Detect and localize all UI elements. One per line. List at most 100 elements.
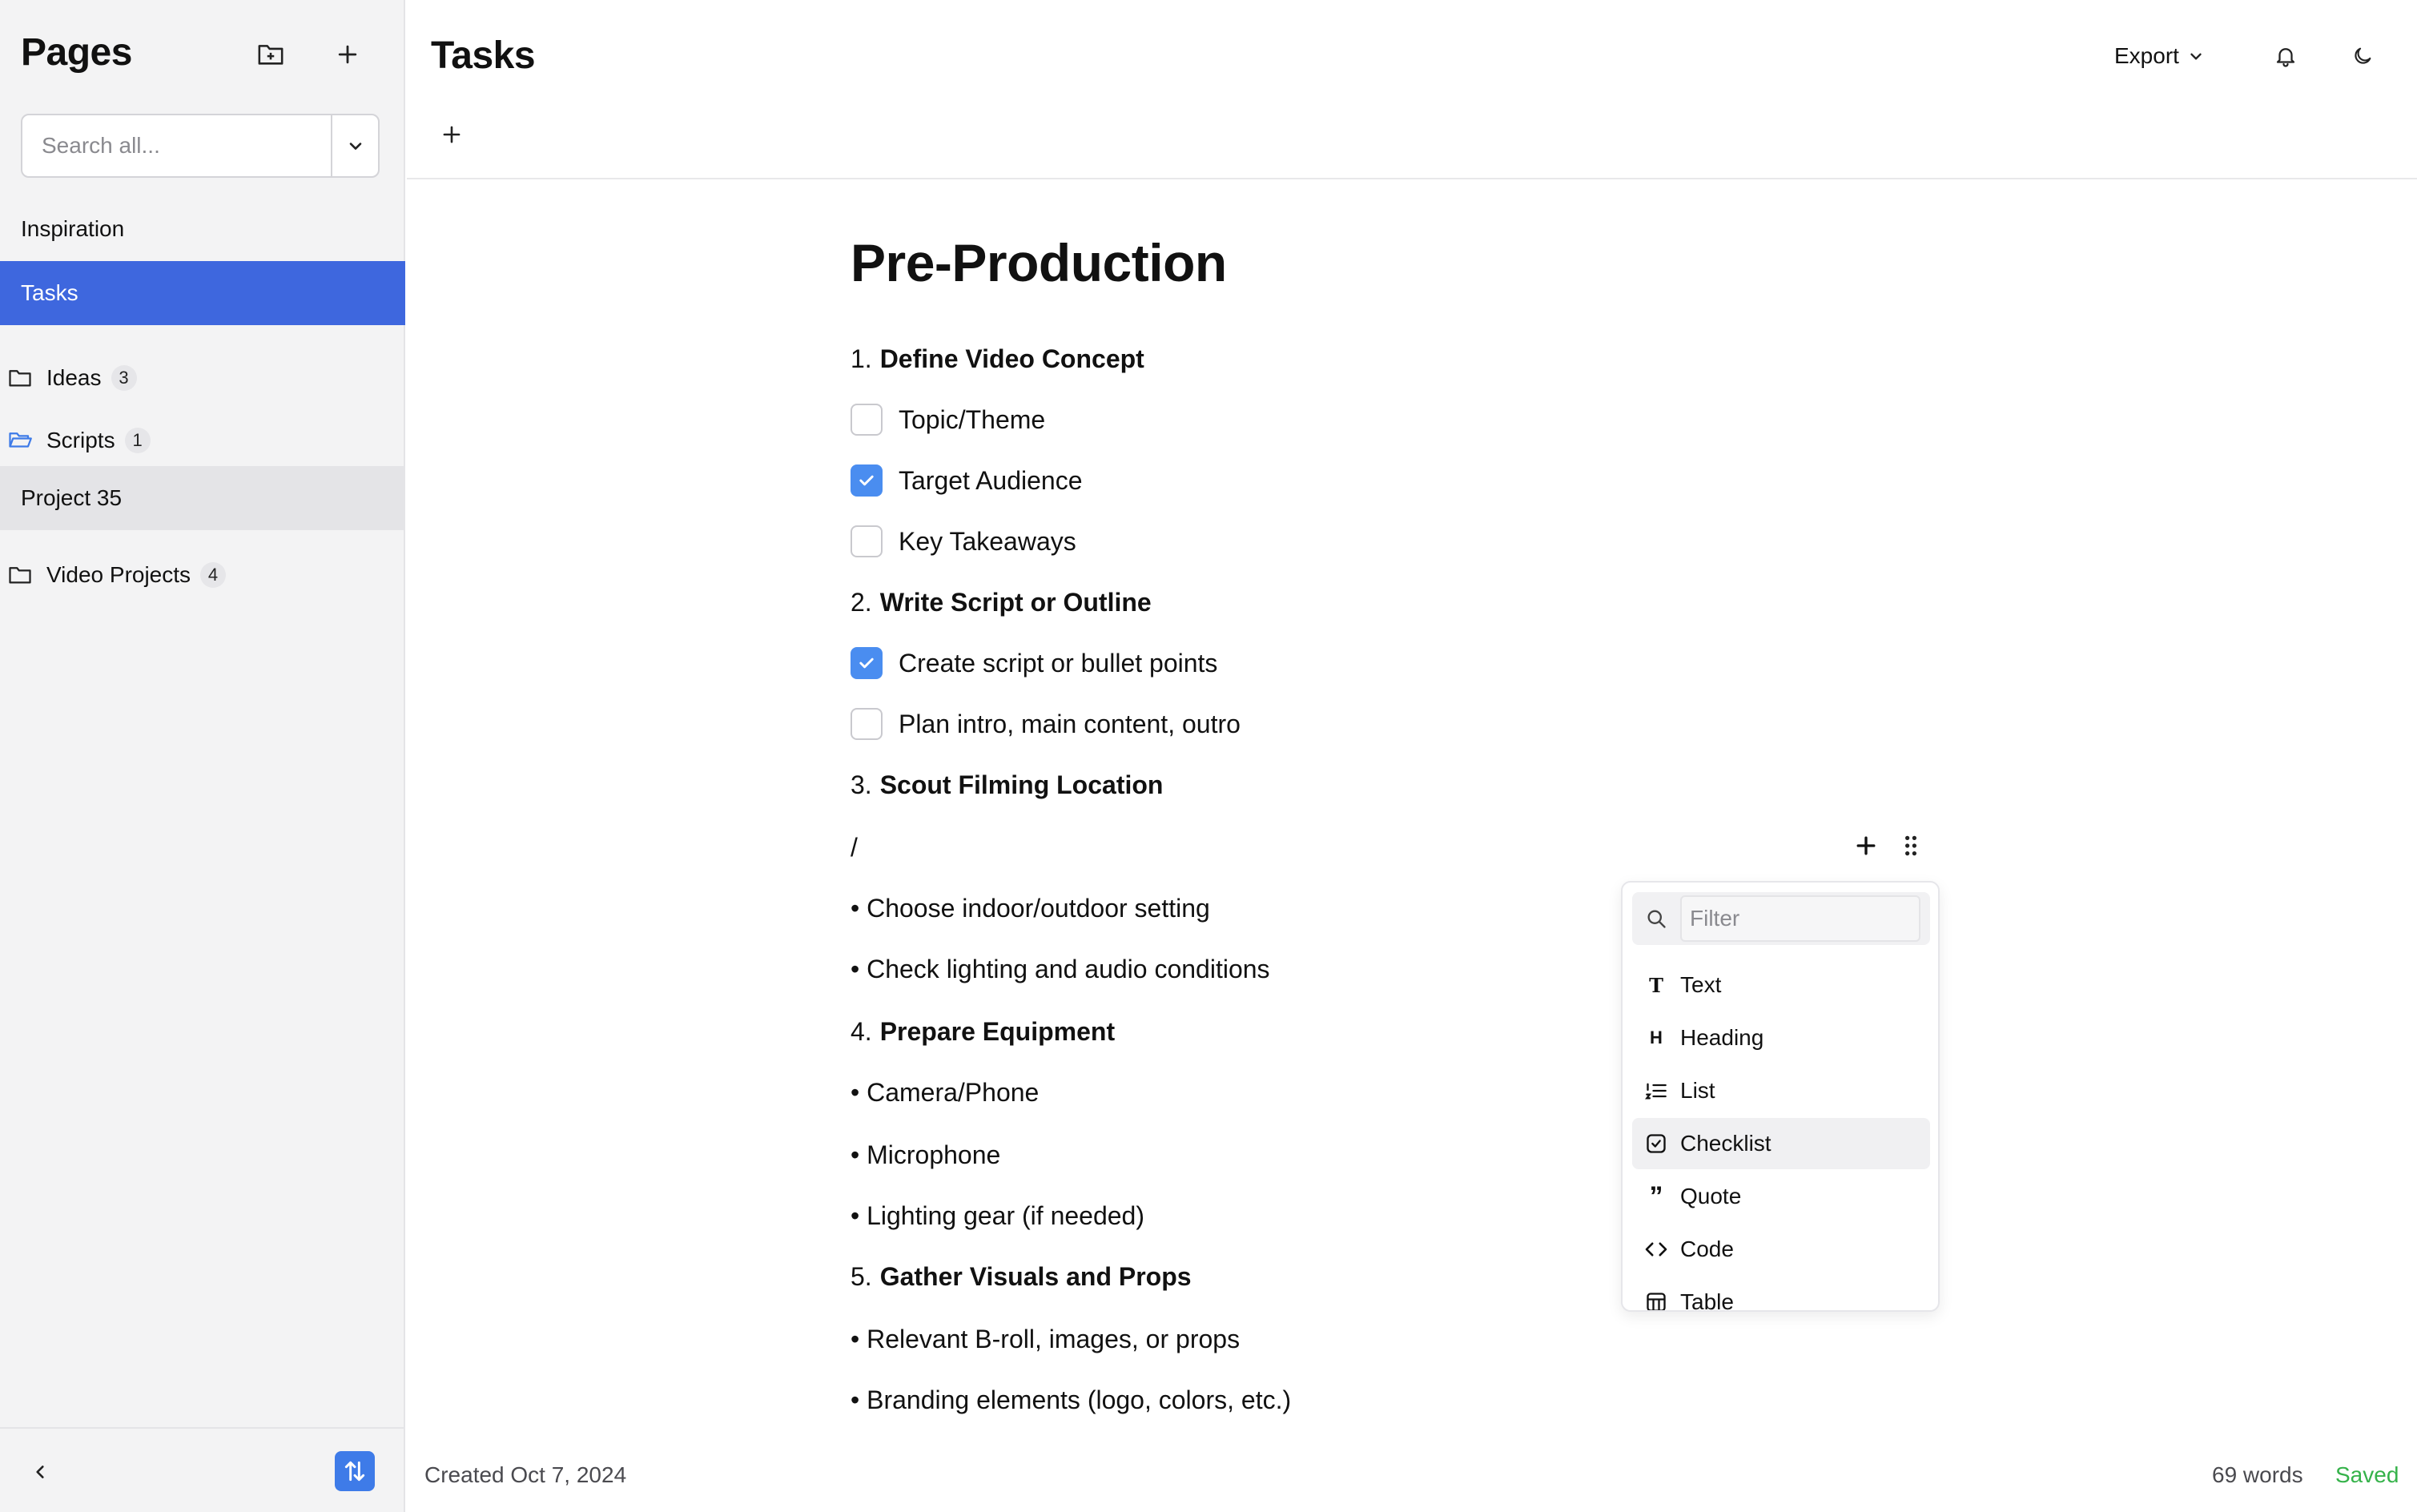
- check-icon: [859, 475, 874, 486]
- plus-icon: [443, 126, 460, 143]
- checkbox[interactable]: [851, 404, 883, 436]
- folder-open-icon: [8, 428, 35, 452]
- menu-item-list[interactable]: List: [1632, 1065, 1930, 1116]
- section-number: 1.: [851, 344, 872, 373]
- menu-item-quote[interactable]: ” Quote: [1632, 1171, 1930, 1222]
- checklist-item-text: Plan intro, main content, outro: [899, 709, 1241, 738]
- sidebar-folder-scripts[interactable]: Scripts 1: [0, 416, 405, 464]
- sidebar: Pages Inspiration Tasks Ideas 3 Scripts …: [0, 0, 405, 1512]
- add-block-button[interactable]: [1850, 830, 1882, 862]
- table-icon: [1632, 1291, 1680, 1310]
- bullet-item: • Relevant B-roll, images, or props: [851, 1324, 1241, 1353]
- page-title: Tasks: [431, 34, 536, 77]
- menu-item-text[interactable]: T Text: [1632, 959, 1930, 1011]
- checklist-item-text: Target Audience: [899, 465, 1083, 495]
- export-button[interactable]: Export: [2114, 38, 2205, 74]
- filter-input[interactable]: [1680, 895, 1920, 942]
- sidebar-item-label: Ideas: [46, 365, 102, 390]
- section-heading: 2. Write Script or Outline: [851, 583, 1152, 621]
- bullet-item: • Microphone: [851, 1140, 1001, 1169]
- check-icon: [859, 657, 874, 669]
- menu-item-label: Table: [1680, 1289, 1734, 1312]
- checklist-item: Create script or bullet points: [851, 644, 1217, 682]
- section-heading: 1. Define Video Concept: [851, 340, 1144, 378]
- sidebar-title: Pages: [21, 31, 132, 74]
- checklist-icon: [1632, 1132, 1680, 1155]
- word-count: 69 words: [2212, 1462, 2303, 1487]
- section-title: Define Video Concept: [879, 344, 1144, 373]
- checkbox[interactable]: [851, 525, 883, 557]
- quote-icon: ”: [1649, 1180, 1663, 1212]
- section-number: 4.: [851, 1016, 872, 1046]
- menu-item-code[interactable]: Code: [1632, 1224, 1930, 1275]
- created-date: Created Oct 7, 2024: [424, 1462, 627, 1487]
- checklist-item: Target Audience: [851, 461, 1083, 500]
- sidebar-folder-ideas[interactable]: Ideas 3: [0, 354, 405, 402]
- count-badge: 1: [124, 428, 151, 453]
- menu-item-table[interactable]: Table: [1632, 1277, 1930, 1312]
- menu-item-label: Heading: [1680, 1025, 1764, 1050]
- new-folder-button[interactable]: [251, 35, 290, 74]
- chevron-down-icon: [2190, 53, 2202, 60]
- bullet-item: • Check lighting and audio conditions: [851, 954, 1270, 983]
- document-heading: Pre-Production: [851, 233, 1227, 292]
- menu-item-label: Quote: [1680, 1184, 1742, 1208]
- drag-handle[interactable]: [1895, 830, 1927, 862]
- checklist-item: Topic/Theme: [851, 400, 1045, 439]
- checkbox-checked[interactable]: [851, 464, 883, 497]
- section-title: Prepare Equipment: [879, 1016, 1116, 1046]
- slash-command-line[interactable]: /: [851, 828, 858, 867]
- sidebar-item-tasks[interactable]: Tasks: [0, 261, 405, 325]
- checklist-item-text: Topic/Theme: [899, 404, 1046, 434]
- bullet-item: • Branding elements (logo, colors, etc.): [851, 1385, 1292, 1414]
- dark-mode-toggle[interactable]: [2345, 38, 2380, 74]
- sidebar-item-label: Inspiration: [21, 216, 125, 241]
- chevron-left-icon: [36, 1466, 44, 1478]
- sidebar-item-label: Tasks: [21, 280, 78, 305]
- menu-item-label: List: [1680, 1078, 1715, 1103]
- sidebar-item-project-35[interactable]: Project 35: [0, 466, 405, 530]
- count-badge: 3: [111, 365, 137, 391]
- menu-item-label: Text: [1680, 972, 1722, 997]
- checklist-item-text: Create script or bullet points: [899, 648, 1218, 678]
- heading-icon: H: [1650, 1027, 1663, 1048]
- bullet-item: • Camera/Phone: [851, 1077, 1040, 1107]
- search-icon: [1632, 907, 1680, 930]
- export-label: Export: [2114, 43, 2179, 68]
- add-tab-button[interactable]: [434, 117, 469, 152]
- section-heading: 5. Gather Visuals and Props: [851, 1257, 1192, 1296]
- checkbox[interactable]: [851, 708, 883, 740]
- bullet-item: • Choose indoor/outdoor setting: [851, 893, 1210, 923]
- search-input[interactable]: [22, 115, 331, 176]
- menu-item-checklist[interactable]: Checklist: [1632, 1118, 1930, 1169]
- menu-item-heading[interactable]: H Heading: [1632, 1012, 1930, 1064]
- section-title: Gather Visuals and Props: [879, 1261, 1192, 1291]
- sort-button[interactable]: [335, 1451, 375, 1491]
- sidebar-item-label: Scripts: [46, 428, 115, 452]
- section-title: Write Script or Outline: [879, 587, 1152, 617]
- page-header: Tasks Export: [407, 0, 2417, 179]
- section-number: 3.: [851, 770, 872, 799]
- search-box: [21, 114, 380, 178]
- collapse-sidebar-button[interactable]: [24, 1456, 56, 1488]
- sidebar-folder-video-projects[interactable]: Video Projects 4: [0, 551, 405, 599]
- count-badge: 4: [200, 562, 227, 588]
- section-number: 2.: [851, 587, 872, 617]
- checklist-item: Plan intro, main content, outro: [851, 705, 1241, 743]
- folder-icon: [8, 366, 35, 390]
- menu-item-label: Checklist: [1680, 1131, 1772, 1156]
- checklist-item-text: Key Takeaways: [899, 526, 1076, 556]
- filter-box: [1632, 892, 1930, 945]
- drag-handle-icon: [1905, 835, 1916, 856]
- search-filter-dropdown[interactable]: [331, 115, 378, 176]
- sidebar-item-inspiration[interactable]: Inspiration: [0, 197, 405, 261]
- sidebar-footer: [0, 1427, 405, 1512]
- folder-plus-icon: [258, 45, 284, 65]
- code-icon: [1632, 1240, 1680, 1259]
- checkbox-checked[interactable]: [851, 647, 883, 679]
- notifications-button[interactable]: [2268, 38, 2303, 74]
- section-heading: 4. Prepare Equipment: [851, 1012, 1115, 1051]
- sidebar-item-label: Video Projects: [46, 562, 191, 587]
- folder-icon: [8, 563, 35, 587]
- new-page-button[interactable]: [328, 35, 367, 74]
